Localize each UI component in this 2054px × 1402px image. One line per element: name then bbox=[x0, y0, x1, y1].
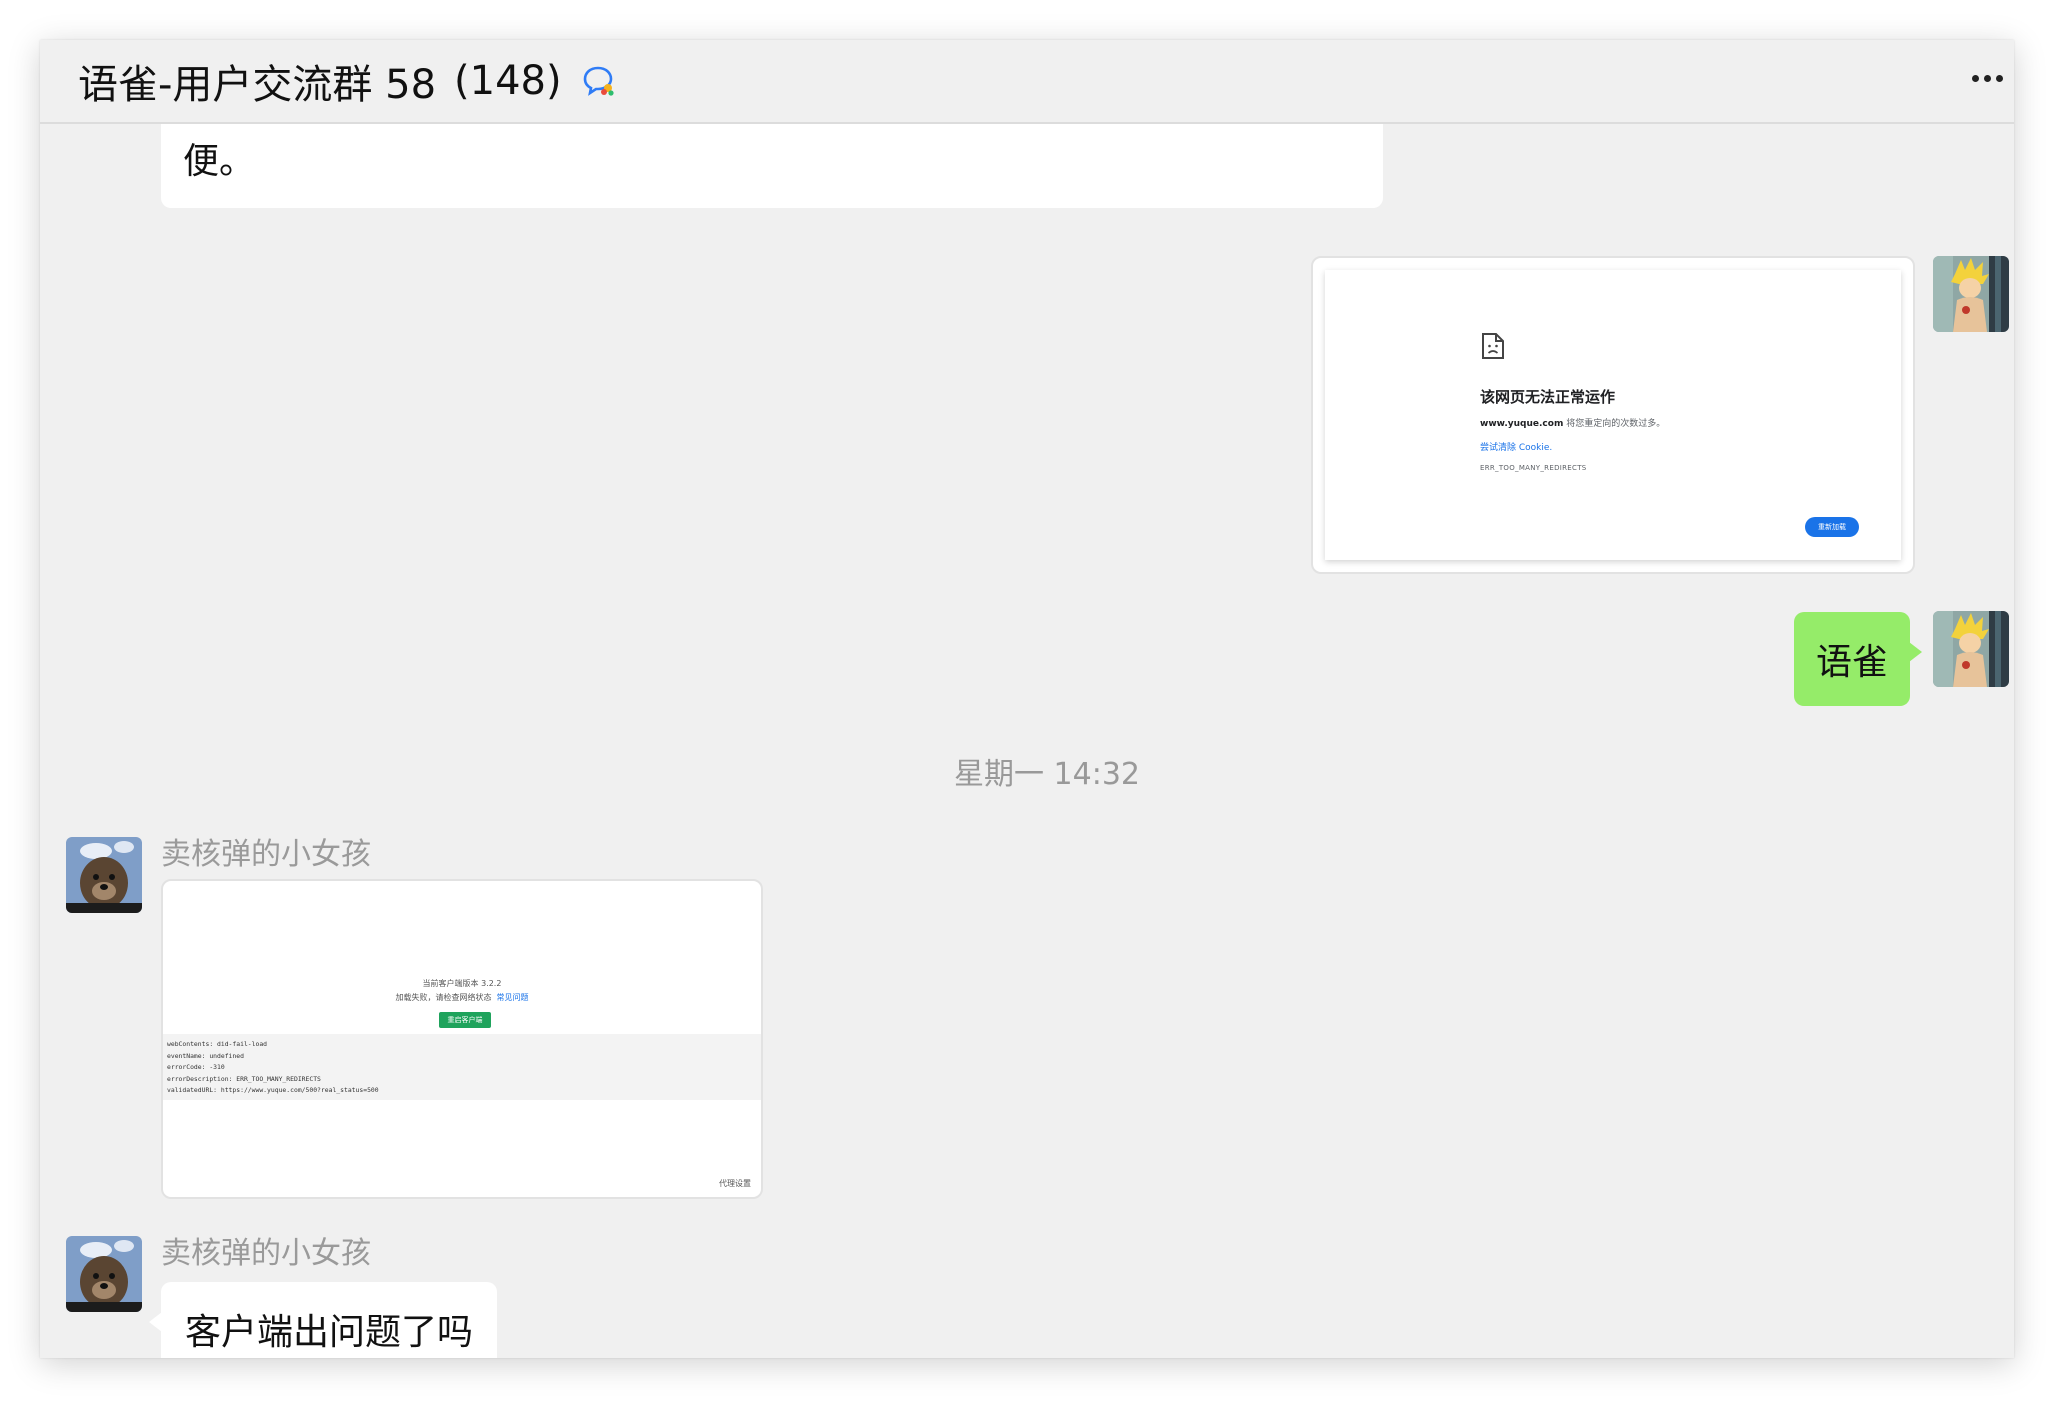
clear-cookie-link: 尝试清除 Cookie. bbox=[1480, 443, 1553, 453]
message-timestamp: 星期一 14:32 bbox=[954, 757, 1140, 792]
group-chat-icon[interactable] bbox=[582, 64, 616, 98]
log-line: validatedURL: https://www.yuque.com/500?… bbox=[167, 1086, 379, 1095]
error-code: ERR_TOO_MANY_REDIRECTS bbox=[1480, 464, 1587, 472]
sent-message-bubble[interactable]: 语雀 bbox=[1794, 612, 1922, 706]
log-line: errorCode: -310 bbox=[167, 1063, 225, 1072]
chat-title-area: 语雀-用户交流群 58 (148) bbox=[78, 40, 616, 122]
my-avatar[interactable] bbox=[1933, 611, 2009, 687]
sent-image-error-page[interactable]: 该网页无法正常运作 www.yuque.com 将您重定向的次数过多。 尝试清除… bbox=[1311, 256, 1915, 574]
more-icon[interactable] bbox=[1964, 58, 2010, 98]
sender-name: 卖核弹的小女孩 bbox=[161, 1236, 371, 1271]
sender-name: 卖核弹的小女孩 bbox=[161, 837, 371, 872]
error-page: 该网页无法正常运作 www.yuque.com 将您重定向的次数过多。 尝试清除… bbox=[1325, 270, 1901, 560]
log-line: eventName: undefined bbox=[167, 1051, 244, 1060]
error-description-text: 将您重定向的次数过多。 bbox=[1563, 419, 1666, 429]
chat-window: 语雀-用户交流群 58 (148) 便。 该网页无法正常运作 www.yuque… bbox=[40, 40, 2014, 1358]
sender-avatar[interactable] bbox=[66, 1236, 142, 1312]
faq-link: 常见问题 bbox=[496, 993, 529, 1002]
proxy-settings-link: 代理设置 bbox=[719, 1179, 751, 1188]
message-text: 语雀 bbox=[1815, 642, 1888, 683]
log-line: webContents: did-fail-load bbox=[167, 1040, 268, 1048]
error-domain: www.yuque.com bbox=[1480, 419, 1564, 429]
message-text: 客户端出问题了吗 bbox=[185, 1312, 474, 1353]
error-log: webContents: did-fail-load eventName: un… bbox=[163, 1034, 761, 1100]
client-status-text: 加载失败，请检查网络状态 bbox=[395, 993, 492, 1002]
message-list[interactable]: 便。 该网页无法正常运作 www.yuque.com 将您重定向的次数过多。 尝… bbox=[40, 104, 2014, 1358]
log-line: errorDescription: ERR_TOO_MANY_REDIRECTS bbox=[167, 1074, 321, 1083]
chat-header: 语雀-用户交流群 58 (148) bbox=[40, 40, 2014, 124]
received-message-bubble[interactable]: 客户端出问题了吗 bbox=[148, 1282, 498, 1358]
client-status: 加载失败，请检查网络状态 常见问题 bbox=[163, 992, 761, 1003]
reload-button: 重新加载 bbox=[1805, 517, 1859, 537]
my-avatar[interactable] bbox=[1933, 256, 2009, 332]
restart-client-button: 重启客户端 bbox=[439, 1012, 491, 1028]
error-description: www.yuque.com 将您重定向的次数过多。 bbox=[1480, 416, 1665, 429]
member-count: (148) bbox=[454, 58, 562, 104]
sender-avatar[interactable] bbox=[66, 837, 142, 913]
message-text: 便。 bbox=[183, 141, 256, 182]
received-image-client-error[interactable]: 当前客户端版本 3.2.2 加载失败，请检查网络状态 常见问题 重启客户端 we… bbox=[161, 879, 763, 1199]
error-title: 该网页无法正常运作 bbox=[1480, 388, 1616, 406]
chat-title: 语雀-用户交流群 58 bbox=[78, 62, 437, 108]
sad-file-icon bbox=[1480, 332, 1506, 364]
client-version: 当前客户端版本 3.2.2 bbox=[422, 979, 502, 988]
